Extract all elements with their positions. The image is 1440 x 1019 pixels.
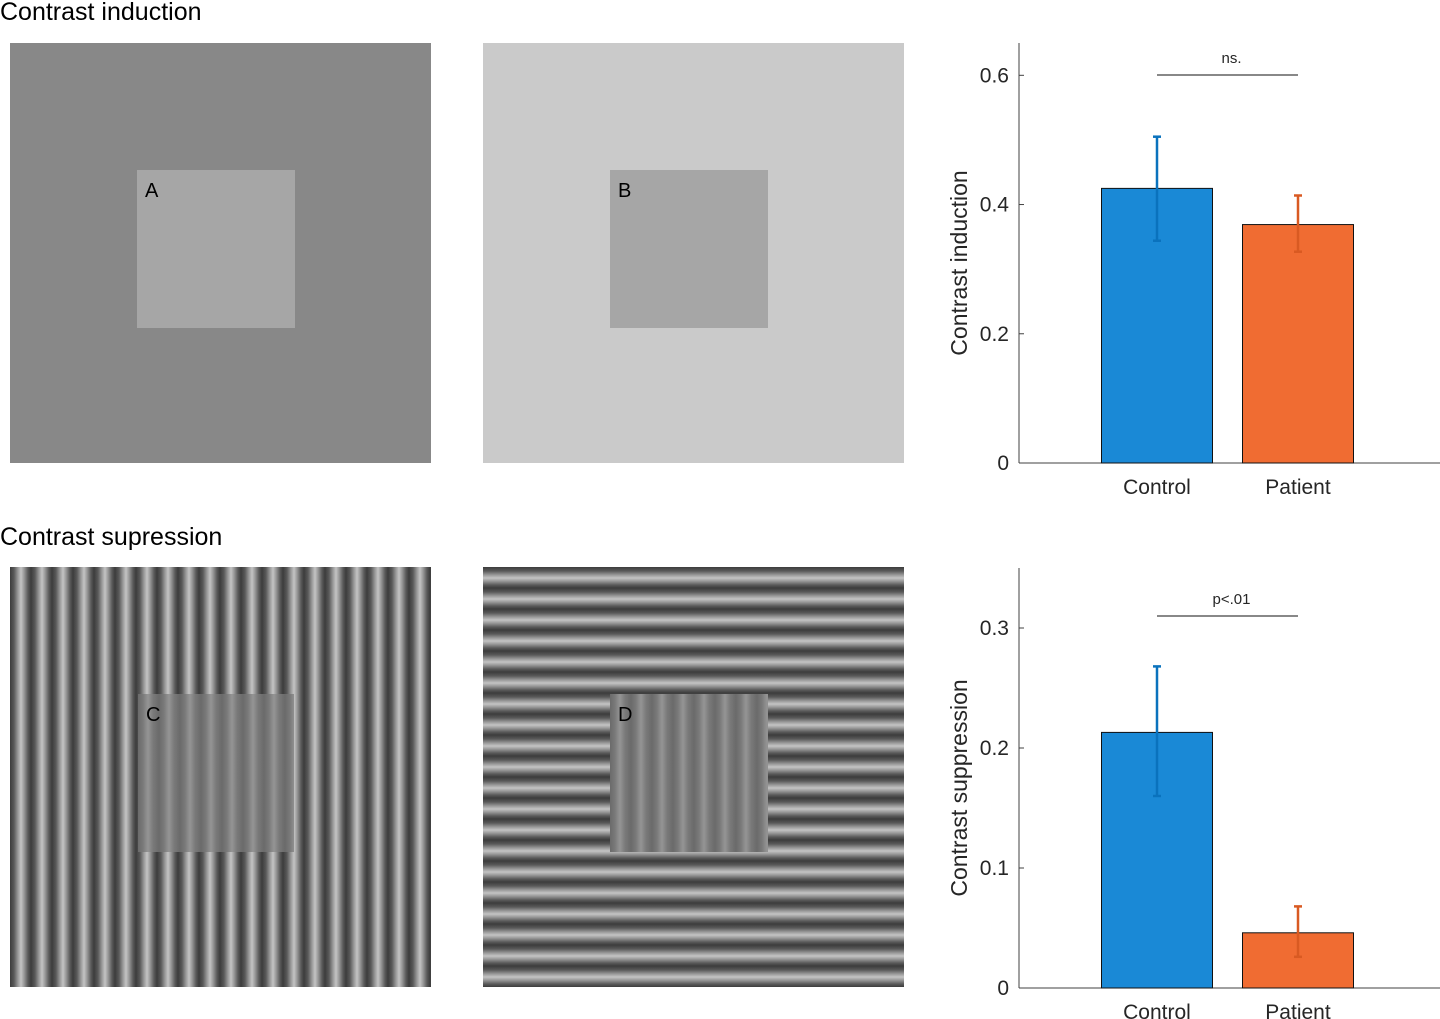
stimulus-c-center: C [138,694,294,852]
y-tick-label: 0 [997,977,1009,1000]
y-axis-label: Contrast induction [946,170,972,355]
contrast-suppression-chart: 0 0.1 0.2 0.3 Contrast suppression Control Pat… [946,568,1440,1019]
significance-label: ns. [1221,50,1241,67]
x-tick-label-patient: Patient [1265,1001,1331,1019]
y-tick-label: 0.2 [980,323,1009,346]
stimulus-c: C [10,567,431,987]
stimulus-d-label: D [618,704,633,726]
y-tick-label: 0 [997,452,1009,475]
stimulus-a: A [10,43,431,463]
stimulus-a-center: A [137,170,295,328]
stimulus-b: B [483,43,904,463]
stimulus-d: D [483,567,904,987]
y-tick-label: 0.6 [980,64,1009,87]
stimulus-b-center: B [610,170,768,328]
section-title-induction: Contrast induction [0,0,202,26]
y-axis-label: Contrast suppression [946,679,972,896]
stimulus-a-label: A [145,180,159,202]
stimulus-b-label: B [618,180,632,202]
bar-patient [1242,224,1354,464]
x-tick-label-control: Control [1123,1001,1191,1019]
contrast-induction-chart: 0 0.2 0.4 0.6 Contrast induction Control Patie… [946,43,1440,499]
y-tick-label: 0.4 [980,194,1010,217]
y-tick-label: 0.2 [980,737,1009,760]
x-tick-label-patient: Patient [1265,476,1331,499]
y-tick-label: 0.3 [980,617,1009,640]
y-tick-label: 0.1 [980,857,1009,880]
section-title-suppression: Contrast supression [0,523,223,551]
significance-label: p<.01 [1213,591,1251,608]
x-tick-label-control: Control [1123,476,1191,499]
stimulus-c-label: C [146,704,161,726]
stimulus-d-center: D [610,694,768,852]
